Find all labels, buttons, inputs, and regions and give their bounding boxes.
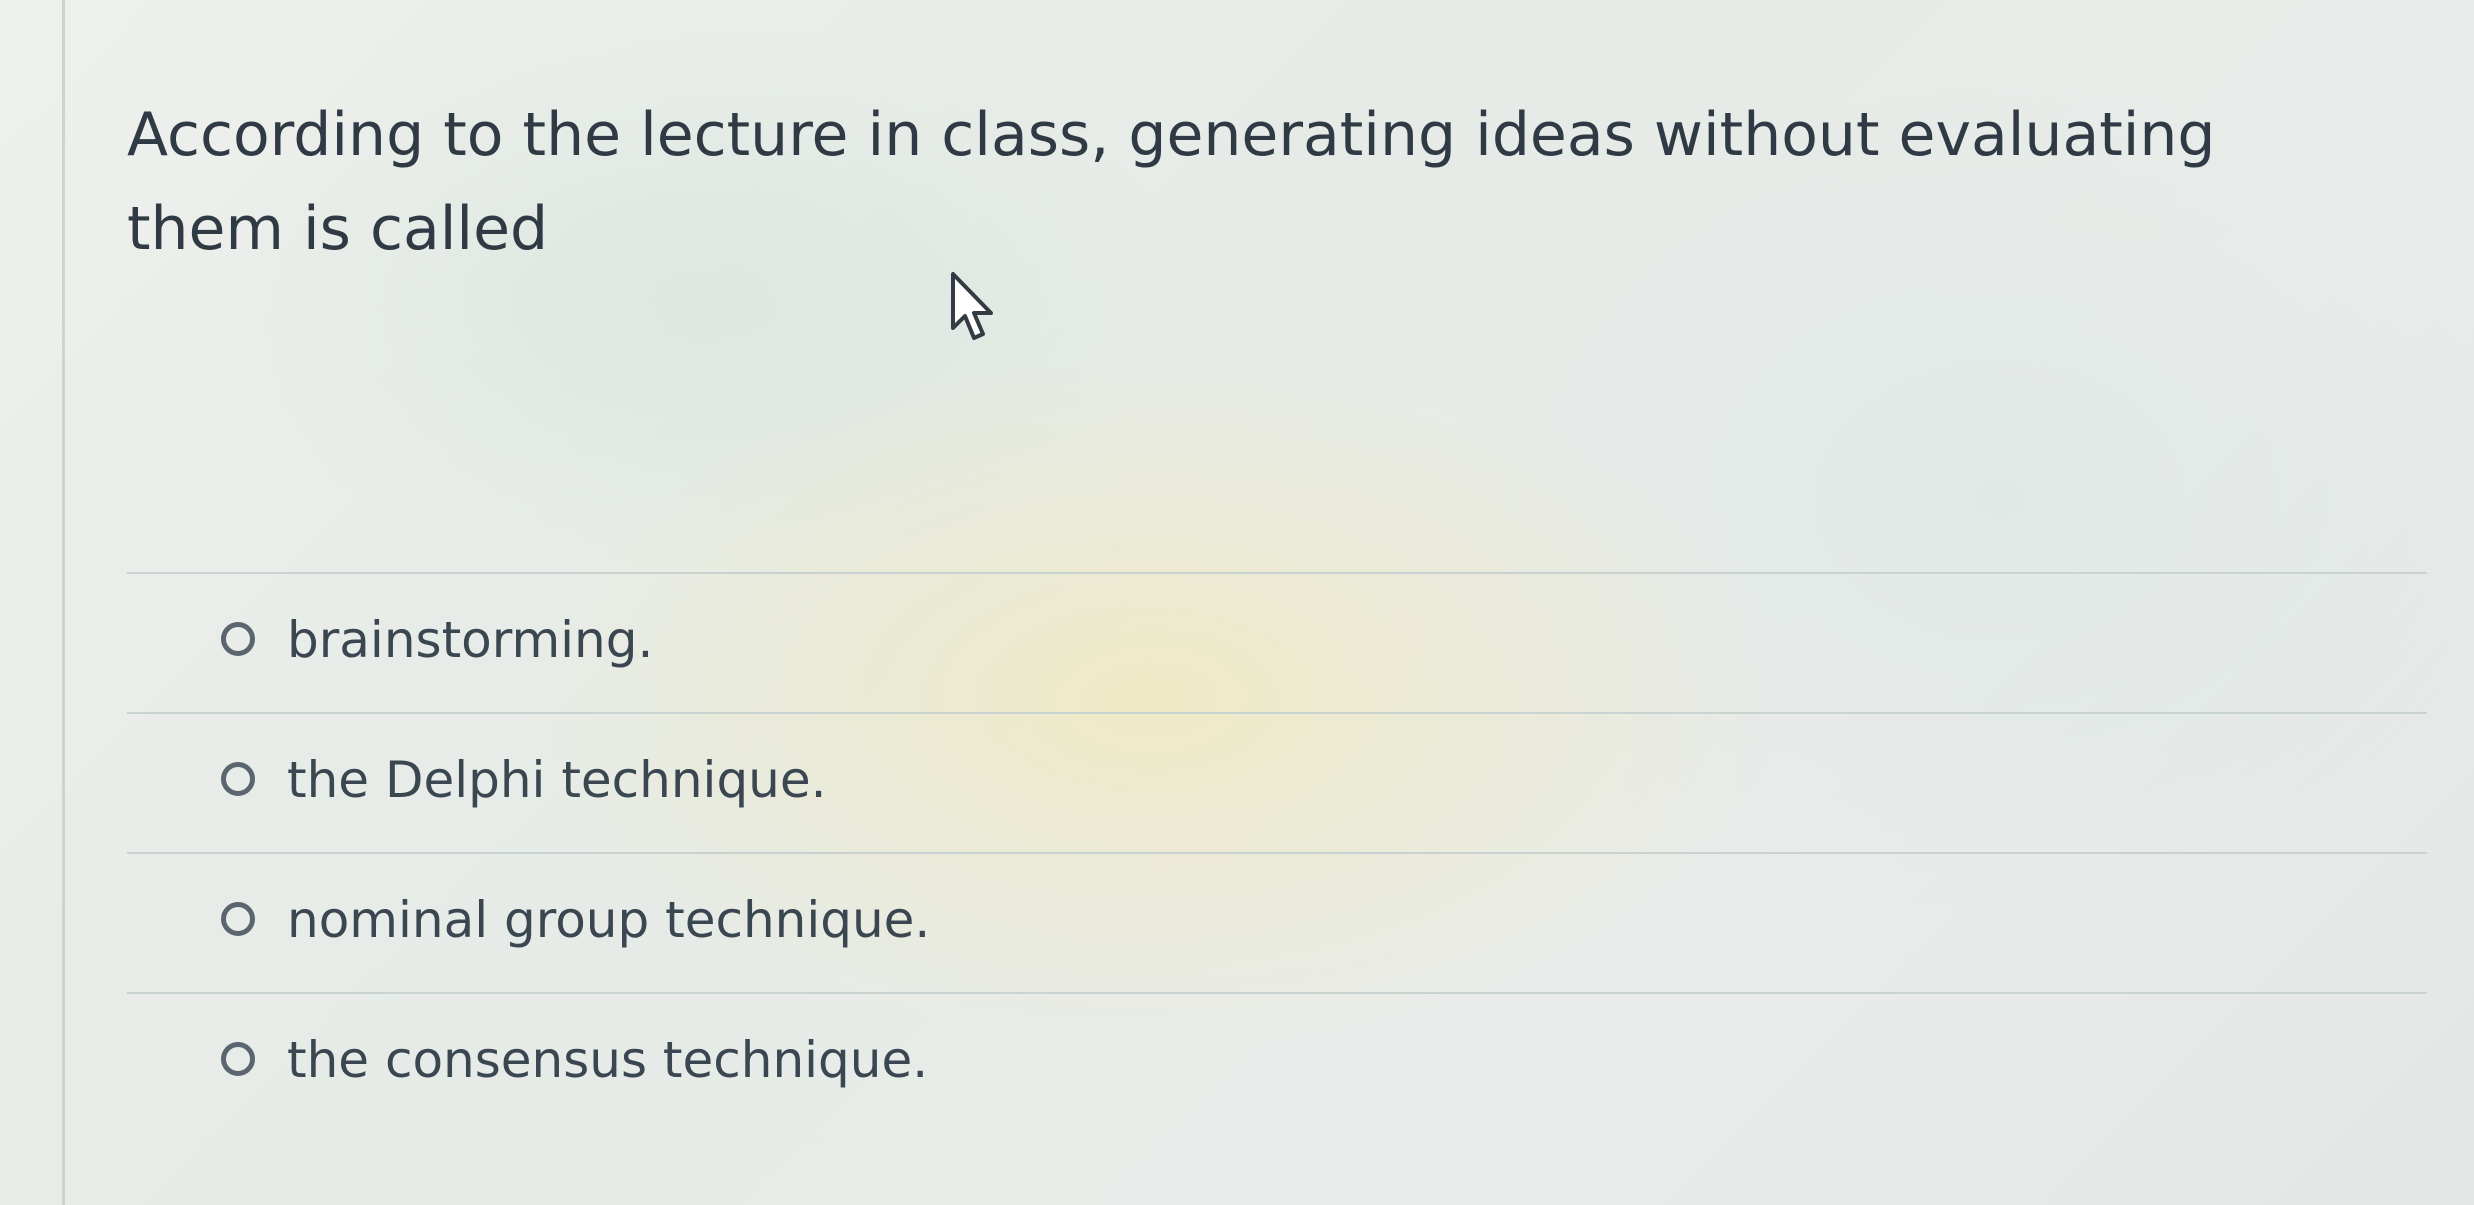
question-text: According to the lecture in class, gener… [127,100,2216,264]
radio-unchecked-icon[interactable] [221,622,255,656]
answer-label: brainstorming. [287,611,654,669]
mouse-pointer-icon [951,272,993,340]
answer-option-delphi[interactable]: the Delphi technique. [127,712,2427,852]
answer-label: the consensus technique. [287,1031,929,1089]
radio-unchecked-icon[interactable] [221,762,255,796]
answer-option-nominal-group[interactable]: nominal group technique. [127,852,2427,992]
quiz-screen: According to the lecture in class, gener… [0,0,2474,1205]
answer-list: brainstorming. the Delphi technique. nom… [127,572,2427,1132]
radio-unchecked-icon[interactable] [221,902,255,936]
radio-unchecked-icon[interactable] [221,1042,255,1076]
answer-option-brainstorming[interactable]: brainstorming. [127,572,2427,712]
answer-option-consensus[interactable]: the consensus technique. [127,992,2427,1132]
answer-label: the Delphi technique. [287,751,827,809]
answer-label: nominal group technique. [287,891,931,949]
question-card: According to the lecture in class, gener… [62,0,2474,1205]
